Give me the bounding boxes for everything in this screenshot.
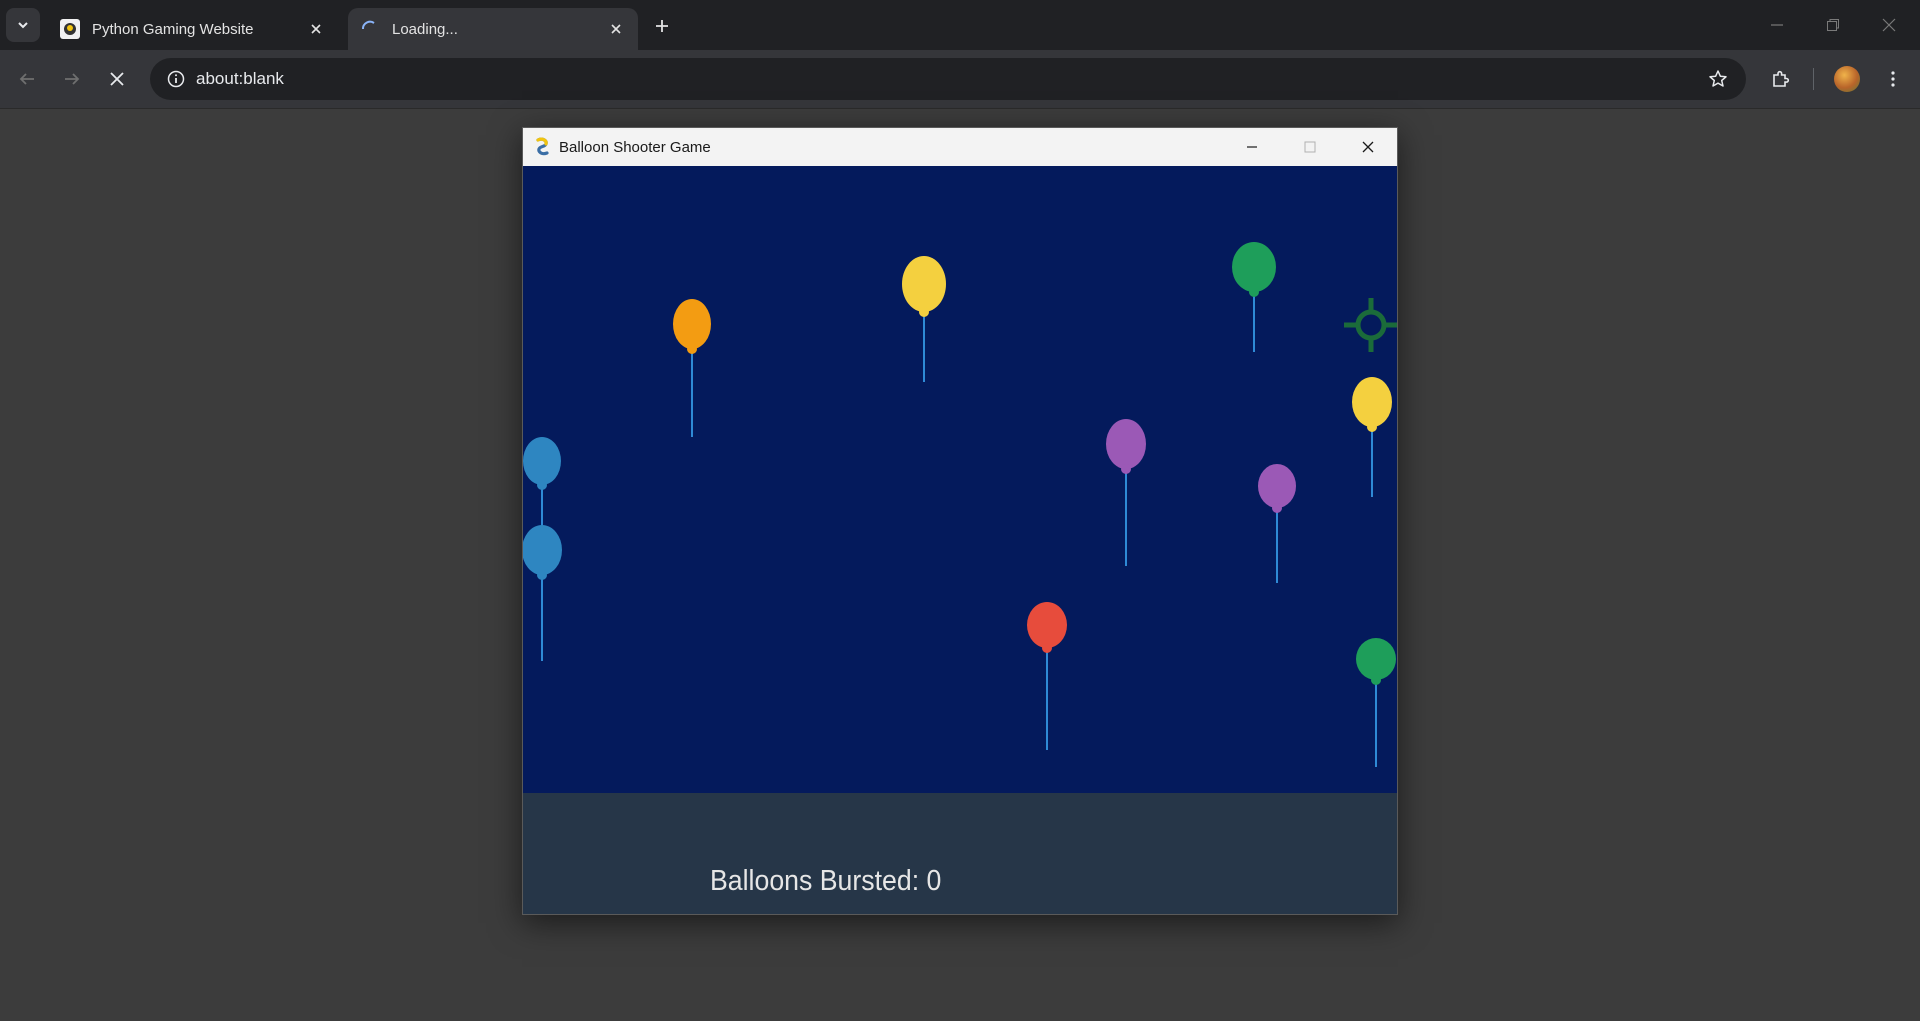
balloon-purple[interactable]: [1258, 464, 1296, 583]
forward-arrow-icon: [65, 73, 80, 85]
forward-button[interactable]: [55, 62, 89, 96]
balloon-knot: [537, 480, 547, 490]
balloon-body[interactable]: [1258, 464, 1296, 508]
game-maximize-button[interactable]: [1281, 128, 1339, 166]
game-minimize-button[interactable]: [1223, 128, 1281, 166]
balloon-knot: [1371, 675, 1381, 685]
toolbar-divider: [1813, 68, 1814, 90]
puzzle-icon: [1773, 70, 1790, 87]
plus-icon: [656, 20, 668, 32]
balloon-knot: [687, 344, 697, 354]
balloon-green[interactable]: [1232, 242, 1276, 352]
balloon-knot: [537, 570, 547, 580]
game-window: Balloon Shooter Game Balloons Bursted: 0: [522, 127, 1398, 915]
balloon-body[interactable]: [902, 256, 946, 312]
pygame-favicon-icon: [60, 19, 80, 39]
balloon-knot: [919, 307, 929, 317]
game-scene: [523, 242, 1397, 767]
profile-button[interactable]: [1830, 62, 1864, 96]
score-text: Balloons Bursted: 0: [710, 865, 942, 897]
balloon-yellow[interactable]: [1352, 377, 1392, 497]
back-button[interactable]: [10, 62, 44, 96]
balloon-yellow[interactable]: [902, 256, 946, 382]
balloon-body[interactable]: [1232, 242, 1276, 292]
browser-menu-button[interactable]: [1876, 62, 1910, 96]
balloon-body[interactable]: [523, 437, 561, 485]
tab-python-gaming-website[interactable]: Python Gaming Website: [48, 8, 338, 50]
game-window-title: Balloon Shooter Game: [559, 138, 711, 156]
score-panel: Balloons Bursted: 0: [523, 793, 1397, 914]
game-canvas[interactable]: [523, 166, 1397, 793]
balloon-orange[interactable]: [673, 299, 711, 437]
address-bar-url[interactable]: about:blank: [196, 69, 1698, 89]
restore-icon: [1827, 19, 1839, 31]
balloon-knot: [1272, 503, 1282, 513]
tab-close-icon[interactable]: [606, 19, 626, 39]
minimize-icon: [1771, 24, 1783, 26]
balloon-green[interactable]: [1356, 638, 1396, 767]
new-tab-button[interactable]: [648, 12, 676, 40]
loading-spinner-icon: [362, 20, 375, 30]
stop-icon: [110, 72, 124, 86]
tab-title: Loading...: [392, 20, 458, 38]
bookmark-star-icon[interactable]: [1698, 69, 1738, 89]
site-info-icon[interactable]: [156, 70, 196, 88]
balloon-knot: [1121, 464, 1131, 474]
address-bar[interactable]: about:blank: [150, 58, 1746, 100]
maximize-icon: [1304, 141, 1316, 153]
balloon-body[interactable]: [673, 299, 711, 349]
balloon-body[interactable]: [1356, 638, 1396, 680]
balloon-body[interactable]: [1027, 602, 1067, 648]
crosshair-icon: [1344, 298, 1397, 352]
tab-title: Python Gaming Website: [92, 20, 254, 38]
balloon-knot: [1367, 422, 1377, 432]
browser-toolbar: about:blank: [0, 50, 1920, 109]
game-close-button[interactable]: [1339, 128, 1397, 166]
balloon-body[interactable]: [1352, 377, 1392, 427]
window-restore-button[interactable]: [1805, 0, 1861, 50]
close-icon: [1882, 18, 1896, 32]
window-close-button[interactable]: [1861, 0, 1917, 50]
back-arrow-icon: [19, 73, 34, 85]
balloon-red[interactable]: [1027, 602, 1067, 750]
avatar: [1834, 66, 1860, 92]
minimize-icon: [1247, 146, 1257, 148]
balloon-layer: [523, 242, 1396, 767]
pygame-snake-icon: [536, 137, 549, 156]
balloon-body[interactable]: [1106, 419, 1146, 469]
tab-search-button[interactable]: [6, 8, 40, 42]
more-vert-icon: [1891, 71, 1895, 87]
balloon-blue[interactable]: [523, 525, 562, 661]
tab-loading[interactable]: Loading...: [348, 8, 638, 50]
game-window-titlebar[interactable]: Balloon Shooter Game: [523, 128, 1397, 166]
window-minimize-button[interactable]: [1749, 0, 1805, 50]
chevron-down-icon: [18, 22, 28, 29]
balloon-knot: [1042, 643, 1052, 653]
extensions-button[interactable]: [1764, 62, 1798, 96]
browser-tab-strip: Python Gaming Website Loading...: [0, 0, 1920, 50]
close-icon: [1362, 141, 1374, 153]
balloon-knot: [1249, 287, 1259, 297]
balloon-body[interactable]: [523, 525, 562, 575]
stop-loading-button[interactable]: [100, 62, 134, 96]
tab-close-icon[interactable]: [306, 19, 326, 39]
balloon-purple[interactable]: [1106, 419, 1146, 566]
